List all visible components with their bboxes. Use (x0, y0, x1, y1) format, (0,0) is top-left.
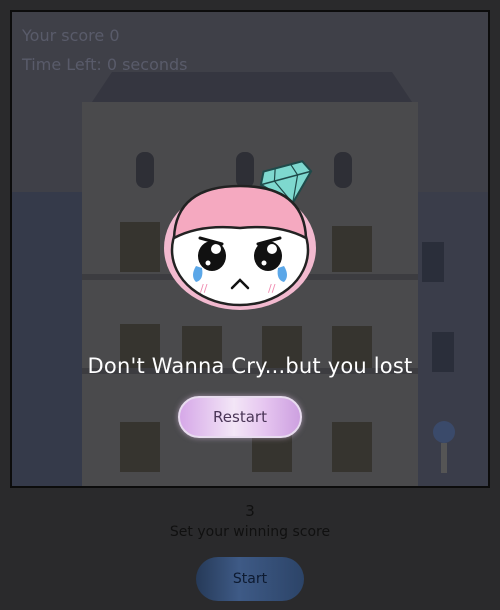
svg-text://: // (200, 282, 208, 295)
winning-score-caption: Set your winning score (169, 524, 331, 540)
game-over-message: Don't Wanna Cry...but you lost (87, 354, 413, 378)
start-button[interactable]: Start (196, 557, 304, 601)
restart-button[interactable]: Restart (178, 396, 302, 438)
svg-text://: // (268, 282, 276, 295)
score-label: Your score 0 (22, 26, 120, 45)
time-left-label: Time Left: 0 seconds (22, 55, 188, 74)
crying-mascot-icon: // // (164, 160, 316, 310)
winning-score-value: 3 (245, 502, 255, 520)
